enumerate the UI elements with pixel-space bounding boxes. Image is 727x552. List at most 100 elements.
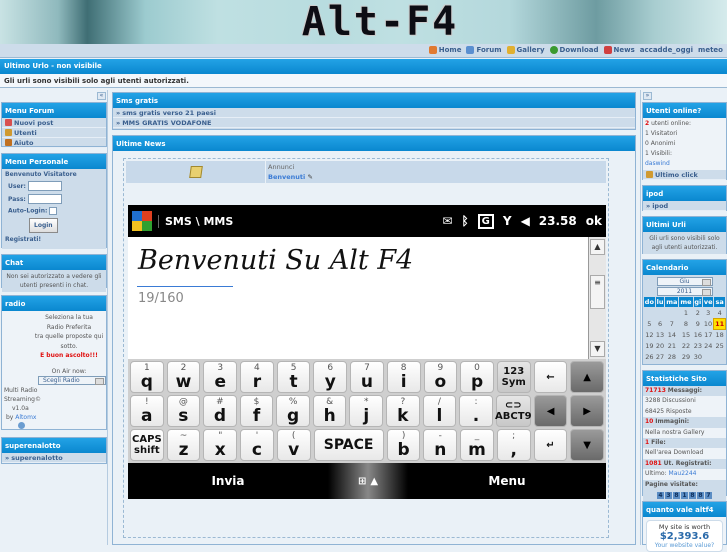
ultimo-click-link[interactable]: Ultimo click — [643, 170, 726, 180]
key-h[interactable]: & h — [312, 395, 347, 427]
key-l[interactable]: / l — [422, 395, 457, 427]
calendar-day[interactable]: 5 — [644, 319, 656, 330]
key-m[interactable]: _ m — [460, 429, 494, 461]
menu-forum-utenti[interactable]: Utenti — [2, 128, 106, 138]
key-g[interactable]: % g — [276, 395, 310, 427]
calendar-day[interactable]: 3 — [703, 308, 714, 319]
key-k[interactable]: ? k — [386, 395, 420, 427]
month-select[interactable]: Giu — [656, 277, 713, 286]
radio-select[interactable]: Scegli Radio — [38, 376, 106, 385]
calendar-day[interactable]: 27 — [655, 352, 665, 363]
sms-link-1[interactable]: » sms gratis verso 21 paesi — [113, 108, 635, 118]
key-a[interactable]: ! a — [130, 395, 164, 427]
calendar-day[interactable]: 21 — [665, 341, 679, 352]
calendar-day[interactable]: 18 — [714, 330, 726, 341]
key-i[interactable]: 8i — [386, 361, 421, 393]
key-period[interactable]: :. — [459, 395, 493, 427]
collapse-left-button[interactable]: « — [97, 92, 106, 100]
invia-softkey[interactable]: Invia — [128, 474, 328, 488]
key-c[interactable]: ' c — [240, 429, 274, 461]
nav-download[interactable]: Download — [549, 46, 599, 54]
key-d[interactable]: # d — [203, 395, 237, 427]
superenalotto-link[interactable]: » superenalotto — [2, 453, 106, 463]
calendar-day[interactable]: 4 — [714, 308, 726, 319]
arrow-right-key[interactable]: ▶ — [570, 395, 604, 427]
phone-scrollbar[interactable]: ▲ ≡ ▼ — [588, 237, 606, 359]
nav-gallery[interactable]: Gallery — [506, 46, 545, 54]
menu-forum-aiuto[interactable]: Aiuto — [2, 138, 106, 148]
scroll-up-icon[interactable]: ▲ — [590, 239, 605, 255]
news-topic-link[interactable]: Benvenuti — [268, 173, 305, 181]
backspace-key[interactable]: ← — [533, 361, 568, 393]
key-j[interactable]: * j — [349, 395, 384, 427]
key-b[interactable]: ) b — [386, 429, 421, 461]
key-r[interactable]: 4r — [240, 361, 274, 393]
calendar-day[interactable]: 1 — [679, 308, 693, 319]
stat-last-user-link[interactable]: Mau2244 — [669, 470, 697, 477]
phone-ok-button[interactable]: ok — [586, 214, 602, 228]
ipod-link[interactable]: » ipod — [643, 201, 726, 211]
calendar-day[interactable]: 30 — [693, 352, 703, 363]
sym-key[interactable]: 123 Sym — [496, 361, 531, 393]
nav-forum[interactable]: Forum — [466, 46, 502, 54]
keyboard-toggle[interactable]: ⊞ ▲ — [328, 463, 408, 499]
scroll-thumb[interactable]: ≡ — [590, 275, 605, 309]
phone-message-area[interactable]: Benvenuti Su Alt F4 19/160 ▲ ≡ ▼ — [128, 237, 606, 359]
arrow-left-key[interactable]: ◀ — [533, 395, 568, 427]
sms-link-2[interactable]: » MMS GRATIS VODAFONE — [113, 118, 635, 128]
space-key[interactable]: SPACE — [313, 429, 384, 461]
online-user-link[interactable]: daswind — [645, 159, 724, 169]
calendar-day[interactable]: 13 — [655, 330, 665, 341]
calendar-day[interactable]: 24 — [703, 341, 714, 352]
pass-field[interactable] — [28, 194, 62, 204]
nav-news[interactable]: News — [603, 46, 635, 54]
calendar-day[interactable]: 16 — [693, 330, 703, 341]
register-link[interactable]: Registrati! — [5, 236, 103, 243]
autologin-checkbox[interactable] — [49, 207, 58, 215]
calendar-day[interactable]: 28 — [665, 352, 679, 363]
enter-key[interactable]: ↵ — [533, 429, 568, 461]
arrow-up-key[interactable]: ▲ — [570, 361, 604, 393]
calendar-day[interactable]: 9 — [693, 319, 703, 330]
calendar-day[interactable]: 8 — [679, 319, 693, 330]
calendar-day[interactable]: 7 — [665, 319, 679, 330]
scroll-down-icon[interactable]: ▼ — [590, 341, 605, 357]
key-v[interactable]: (v — [276, 429, 311, 461]
collapse-right-button[interactable]: » — [643, 92, 652, 100]
nav-accadde-oggi[interactable]: accadde_oggi — [640, 46, 693, 54]
key-q[interactable]: 1q — [130, 361, 164, 393]
calendar-day[interactable]: 22 — [679, 341, 693, 352]
arrow-down-key[interactable]: ▼ — [570, 429, 604, 461]
worth-link[interactable]: Your website value? — [647, 542, 722, 549]
calendar-day[interactable]: 11 — [713, 318, 726, 330]
key-t[interactable]: 5t — [276, 361, 311, 393]
calendar-day[interactable]: 2 — [693, 308, 703, 319]
calendar-day[interactable]: 19 — [644, 341, 656, 352]
year-select[interactable]: 2011 — [656, 287, 713, 296]
radio-author-link[interactable]: Altomx — [15, 414, 36, 421]
key-u[interactable]: 7u — [350, 361, 384, 393]
key-n[interactable]: -n — [423, 429, 458, 461]
abc-t9-toggle[interactable]: ⊂⊃ ABCT9 — [495, 395, 532, 427]
key-y[interactable]: 6y — [313, 361, 348, 393]
calendar-day[interactable]: 6 — [655, 319, 665, 330]
user-field[interactable] — [28, 181, 62, 191]
login-button[interactable]: Login — [29, 218, 58, 233]
key-z[interactable]: ~ z — [166, 429, 201, 461]
calendar-day[interactable]: 12 — [644, 330, 656, 341]
caps-shift-key[interactable]: CAPS shift — [130, 429, 164, 461]
key-e[interactable]: 3e — [203, 361, 238, 393]
calendar-day[interactable]: 29 — [679, 352, 693, 363]
phone-message-text[interactable]: Benvenuti Su Alt F4 — [138, 245, 413, 276]
calendar-day[interactable]: 17 — [703, 330, 714, 341]
key-s[interactable]: @ s — [166, 395, 201, 427]
nav-meteo[interactable]: meteo — [698, 46, 723, 54]
key-p[interactable]: 0p — [460, 361, 494, 393]
calendar-day[interactable]: 20 — [655, 341, 665, 352]
calendar-day[interactable]: 15 — [679, 330, 693, 341]
menu-forum-nuovi-post[interactable]: Nuovi post — [2, 118, 106, 128]
nav-home[interactable]: Home — [428, 46, 461, 54]
key-o[interactable]: 9o — [423, 361, 458, 393]
calendar-day[interactable]: 23 — [693, 341, 703, 352]
key-f[interactable]: $ f — [239, 395, 274, 427]
